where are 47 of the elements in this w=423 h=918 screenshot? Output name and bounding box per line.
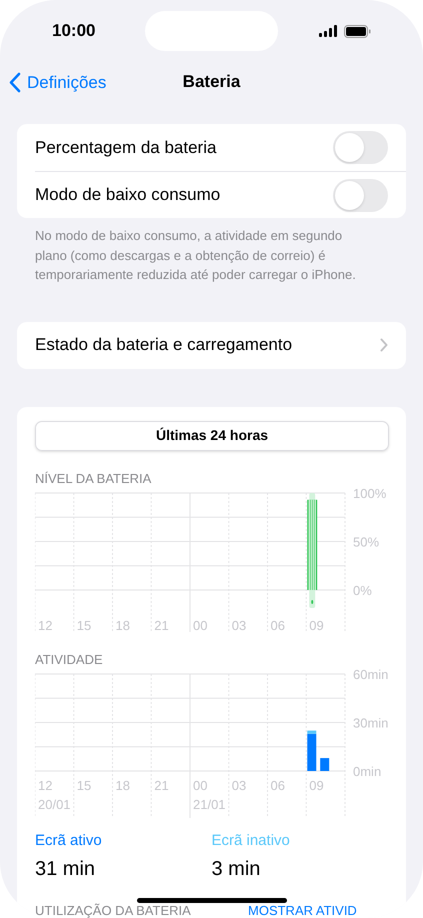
axis-label: 50% (353, 534, 380, 549)
axis-label: 03 (232, 618, 246, 632)
axis-label: 15 (76, 778, 92, 792)
back-button[interactable]: Definições (9, 70, 106, 96)
axis-label: 0min (353, 764, 382, 778)
time-range-button[interactable]: Últimas 24 horas (35, 420, 389, 450)
axis-label: 09 (309, 618, 324, 632)
axis-label: 09 (309, 778, 324, 792)
date-label: 21/01 (193, 796, 226, 812)
axis-label: 06 (270, 778, 285, 792)
axis-label: 0% (353, 582, 372, 598)
total-value: 3 min (212, 857, 262, 882)
status-time: 10:00 (52, 20, 96, 42)
date-label: 20/01 (38, 796, 71, 812)
toggle-label: Percentagem da bateria (35, 136, 216, 159)
axis-label: 21 (154, 618, 169, 632)
axis-label: 03 (232, 778, 246, 792)
chart-title: NÍVEL DA BATERIA (35, 470, 152, 486)
battery-icon (344, 24, 371, 38)
axis-label: 15 (76, 618, 92, 632)
section-header: UTILIZAÇÃO DA BATERIA (35, 904, 192, 917)
chevron-right-icon (380, 338, 388, 352)
axis-label: 21 (154, 778, 169, 792)
toggle-switch[interactable] (333, 131, 388, 164)
toggle-switch[interactable] (333, 178, 388, 212)
toggle-label: Modo de baixo consumo (35, 184, 220, 206)
footnote: No modo de baixo consumo, a atividade em segundo plano (como descargas e a obtenção de correio) é temporariamente reduzida até poder carregar o iPhone. (35, 227, 357, 284)
axis-label: 60min (353, 668, 388, 682)
back-chevron-icon (9, 72, 21, 94)
axis-label: 00 (193, 778, 208, 792)
total-value: 31 min (35, 857, 96, 882)
battery-health-row[interactable]: Estado da bateria e carregamento (17, 322, 406, 368)
show-activity-link[interactable]: MOSTRAR ATIVID (248, 904, 357, 917)
axis-label: 12 (38, 778, 52, 792)
axis-label: 30min (353, 715, 388, 730)
axis-label: 00 (193, 618, 208, 632)
chart-title: ATIVIDADE (35, 652, 104, 668)
chart-bar (320, 758, 330, 770)
total-label: Ecrã inativo (212, 830, 291, 850)
axis-label: 18 (116, 618, 130, 632)
page-title: Bateria (182, 71, 240, 94)
axis-label: 100% (353, 486, 386, 500)
signal-icon (319, 25, 338, 37)
axis-label: 06 (270, 618, 285, 632)
axis-label: 12 (38, 618, 52, 632)
total-label: Ecrã ativo (35, 830, 103, 850)
axis-label: 18 (116, 778, 130, 792)
